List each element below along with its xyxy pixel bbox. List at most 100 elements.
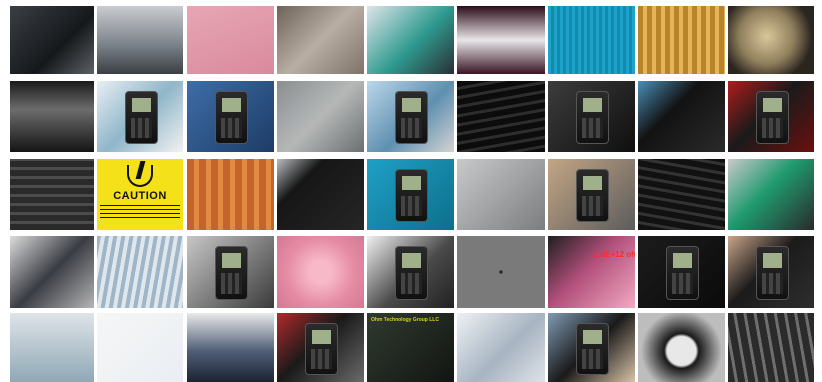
- thumbnail-image: [728, 313, 814, 382]
- thumbnail-r2-c4[interactable]: [277, 81, 364, 152]
- meter-device-icon: [576, 91, 609, 144]
- thumbnail-image: [367, 6, 454, 74]
- meter-device-icon: [576, 323, 609, 375]
- thumbnail-image: [638, 6, 725, 74]
- thumbnail-r4-c4[interactable]: [277, 236, 364, 308]
- meter-keypad: [220, 117, 243, 138]
- meter-keypad: [130, 117, 153, 138]
- thumbnail-r1-c4[interactable]: [277, 6, 364, 74]
- meter-screen: [221, 253, 242, 268]
- meter-keypad: [310, 349, 333, 369]
- thumbnail-r5-c6[interactable]: [457, 313, 545, 382]
- thumbnail-r2-c2[interactable]: [97, 81, 183, 152]
- thumbnail-image: [277, 236, 364, 308]
- meter-device-icon: [576, 169, 609, 222]
- meter-device-icon: [395, 169, 428, 222]
- meter-keypad: [761, 117, 784, 138]
- thumbnail-r3-c8[interactable]: [638, 159, 725, 230]
- meter-keypad: [400, 195, 423, 216]
- meter-device-icon: [666, 246, 699, 300]
- thumbnail-r2-c7[interactable]: [548, 81, 635, 152]
- thumbnail-r5-c7[interactable]: [548, 313, 635, 382]
- thumbnail-r3-c2[interactable]: CAUTION: [97, 159, 183, 230]
- thumbnail-image: [638, 313, 725, 382]
- thumbnail-image: [457, 159, 545, 230]
- thumbnail-r1-c3[interactable]: [187, 6, 274, 74]
- caution-sign: CAUTION: [97, 159, 183, 230]
- thumbnail-r5-c9[interactable]: [728, 313, 814, 382]
- thumbnail-image: [10, 236, 94, 308]
- thumbnail-r2-c3[interactable]: [187, 81, 274, 152]
- meter-device-icon: [215, 91, 248, 144]
- thumbnail-r5-c5[interactable]: Ohm Technology Group LLC: [367, 313, 454, 382]
- thumbnail-r2-c5[interactable]: [367, 81, 454, 152]
- thumbnail-image: [10, 313, 94, 382]
- meter-screen: [401, 98, 422, 113]
- thumbnail-r5-c8[interactable]: [638, 313, 725, 382]
- thumbnail-r5-c1[interactable]: [10, 313, 94, 382]
- thumbnail-r3-c9[interactable]: [728, 159, 814, 230]
- thumbnail-r3-c7[interactable]: [548, 159, 635, 230]
- meter-screen: [131, 98, 152, 113]
- thumbnail-image: [457, 6, 545, 74]
- thumbnail-r4-c9[interactable]: [728, 236, 814, 308]
- thumbnail-r1-c2[interactable]: [97, 6, 183, 74]
- thumbnail-r1-c5[interactable]: [367, 6, 454, 74]
- thumbnail-r1-c1[interactable]: [10, 6, 94, 74]
- thumbnail-r2-c9[interactable]: [728, 81, 814, 152]
- thumbnail-image: [638, 159, 725, 230]
- meter-keypad: [761, 273, 784, 294]
- meter-keypad: [400, 117, 423, 138]
- thumbnail-r4-c7[interactable]: 2.6E+12 ohms: [548, 236, 635, 308]
- thumbnail-image: [277, 159, 364, 230]
- thumbnail-r4-c1[interactable]: [10, 236, 94, 308]
- meter-device-icon: [215, 246, 248, 300]
- thumbnail-r2-c6[interactable]: [457, 81, 545, 152]
- thumbnail-r3-c3[interactable]: [187, 159, 274, 230]
- thumbnail-image: [457, 81, 545, 152]
- meter-device-icon: [125, 91, 158, 144]
- meter-screen: [311, 330, 332, 344]
- thumbnail-r2-c8[interactable]: [638, 81, 725, 152]
- caution-word: CAUTION: [113, 190, 167, 202]
- esd-symbol-icon: [127, 165, 153, 187]
- thumbnail-r1-c7[interactable]: [548, 6, 635, 74]
- thumbnail-image: [97, 313, 183, 382]
- thumbnail-image: [187, 159, 274, 230]
- thumbnail-r4-c6[interactable]: [457, 236, 545, 308]
- meter-screen: [672, 253, 693, 268]
- thumbnail-r4-c5[interactable]: [367, 236, 454, 308]
- meter-keypad: [671, 273, 694, 294]
- thumbnail-image: [728, 159, 814, 230]
- meter-keypad: [581, 117, 604, 138]
- thumbnail-image: [548, 6, 635, 74]
- thumbnail-r4-c2[interactable]: [97, 236, 183, 308]
- meter-keypad: [581, 195, 604, 216]
- thumbnail-image: [10, 159, 94, 230]
- thumbnail-r3-c4[interactable]: [277, 159, 364, 230]
- thumbnail-r4-c3[interactable]: [187, 236, 274, 308]
- thumbnail-r2-c1[interactable]: [10, 81, 94, 152]
- thumbnail-r1-c9[interactable]: [728, 6, 814, 74]
- thumbnail-r3-c6[interactable]: [457, 159, 545, 230]
- thumbnail-r5-c2[interactable]: [97, 313, 183, 382]
- thumbnail-r3-c5[interactable]: [367, 159, 454, 230]
- meter-device-icon: [305, 323, 338, 375]
- company-watermark-label: Ohm Technology Group LLC: [371, 317, 439, 323]
- thumbnail-image: [638, 81, 725, 152]
- thumbnail-r1-c6[interactable]: [457, 6, 545, 74]
- thumbnail-r4-c8[interactable]: [638, 236, 725, 308]
- meter-screen: [582, 98, 603, 113]
- thumbnail-image: [10, 6, 94, 74]
- meter-screen: [582, 330, 603, 344]
- thumbnail-r1-c8[interactable]: [638, 6, 725, 74]
- thumbnail-r5-c4[interactable]: [277, 313, 364, 382]
- caution-fine-print-graphic: [100, 204, 180, 218]
- meter-screen: [401, 176, 422, 191]
- meter-keypad: [400, 273, 423, 294]
- thumbnail-image: [277, 81, 364, 152]
- thumbnail-r5-c3[interactable]: [187, 313, 274, 382]
- thumbnail-r3-c1[interactable]: [10, 159, 94, 230]
- meter-screen: [582, 176, 603, 191]
- meter-device-icon: [756, 246, 789, 300]
